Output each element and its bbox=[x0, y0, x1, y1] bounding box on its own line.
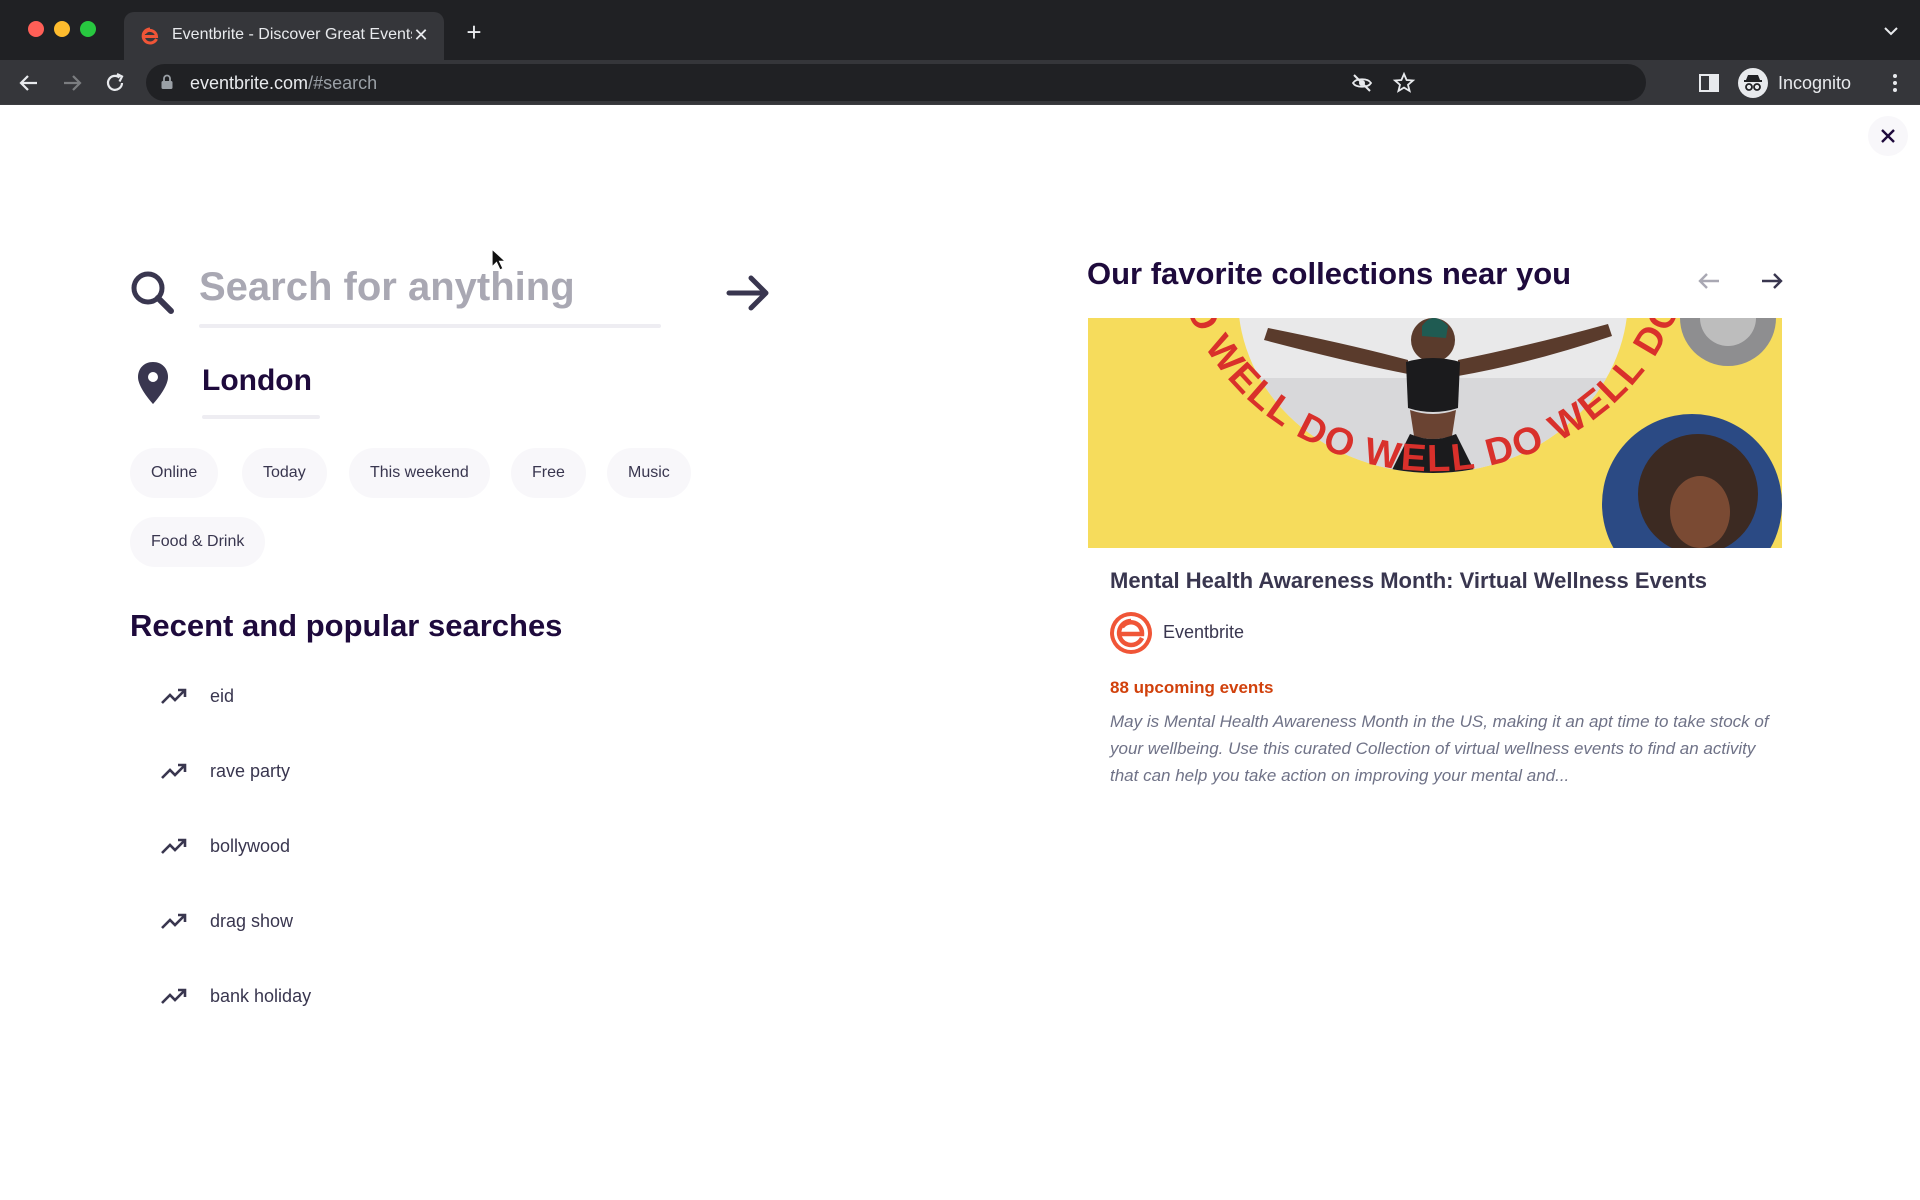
browser-toolbar: eventbrite.com/#search Incognito bbox=[0, 60, 1920, 105]
collections-heading: Our favorite collections near you bbox=[1087, 256, 1572, 291]
trending-up-icon bbox=[161, 763, 187, 779]
recent-search-label: bank holiday bbox=[210, 985, 312, 1006]
mouse-pointer-icon bbox=[491, 248, 507, 271]
back-arrow-icon[interactable] bbox=[14, 68, 44, 98]
incognito-profile-button[interactable]: Incognito bbox=[1738, 66, 1851, 100]
collection-organizer[interactable]: Eventbrite bbox=[1163, 622, 1244, 643]
window-minimize-button[interactable] bbox=[54, 21, 70, 37]
eventbrite-logo-icon[interactable] bbox=[1110, 612, 1152, 654]
carousel-prev-arrow-icon[interactable] bbox=[1695, 267, 1723, 295]
collection-banner-image[interactable]: DO WELL DO WELL DO WELL DO WELL DO WELL … bbox=[1088, 318, 1782, 548]
tab-search-chevron-icon[interactable] bbox=[1880, 20, 1902, 42]
incognito-avatar-icon bbox=[1738, 68, 1768, 98]
browser-tab-bar: Eventbrite - Discover Great Events ✕ + bbox=[0, 0, 1920, 60]
recent-search-item[interactable]: eid bbox=[160, 678, 234, 714]
recent-search-item[interactable]: drag show bbox=[160, 903, 293, 939]
eye-off-icon[interactable] bbox=[1350, 71, 1374, 95]
url-path: /#search bbox=[308, 73, 378, 93]
side-panel-icon[interactable] bbox=[1697, 71, 1721, 95]
window-maximize-button[interactable] bbox=[80, 21, 96, 37]
reload-icon[interactable] bbox=[100, 68, 130, 98]
search-submit-arrow-icon[interactable] bbox=[724, 268, 774, 318]
chip-free[interactable]: Free bbox=[511, 448, 586, 498]
upcoming-events-count: 88 upcoming events bbox=[1110, 678, 1274, 697]
chip-today[interactable]: Today bbox=[242, 448, 327, 498]
chip-food-drink[interactable]: Food & Drink bbox=[130, 517, 266, 567]
search-overlay: London Online Today This weekend Free Mu… bbox=[0, 106, 1920, 1200]
trending-up-icon bbox=[161, 913, 187, 929]
bookmark-star-icon[interactable] bbox=[1392, 71, 1416, 95]
tab-title: Eventbrite - Discover Great Events bbox=[172, 26, 412, 43]
carousel-next-arrow-icon[interactable] bbox=[1758, 267, 1786, 295]
recent-search-label: rave party bbox=[210, 760, 291, 781]
location-input[interactable]: London bbox=[202, 364, 312, 398]
location-underline bbox=[202, 415, 320, 419]
map-pin-icon bbox=[138, 362, 168, 404]
window-close-button[interactable] bbox=[28, 21, 44, 37]
new-tab-button[interactable]: + bbox=[460, 18, 488, 46]
recent-search-label: drag show bbox=[210, 910, 294, 931]
trending-up-icon bbox=[161, 988, 187, 1004]
trending-up-icon bbox=[161, 688, 187, 704]
forward-arrow-icon[interactable] bbox=[57, 68, 87, 98]
lock-icon[interactable] bbox=[160, 74, 174, 90]
incognito-label: Incognito bbox=[1778, 72, 1852, 93]
url-text: eventbrite.com/#search bbox=[190, 73, 377, 94]
chip-music[interactable]: Music bbox=[607, 448, 691, 498]
search-input[interactable] bbox=[199, 258, 661, 316]
search-input-underline bbox=[199, 324, 661, 328]
recent-search-item[interactable]: bollywood bbox=[160, 828, 290, 864]
trending-up-icon bbox=[161, 838, 187, 854]
tab-close-icon[interactable]: ✕ bbox=[410, 24, 432, 46]
eventbrite-favicon-icon bbox=[141, 27, 159, 45]
browser-menu-icon[interactable] bbox=[1890, 71, 1900, 95]
chip-this-weekend[interactable]: This weekend bbox=[349, 448, 490, 498]
recent-search-item[interactable]: rave party bbox=[160, 753, 290, 789]
browser-tab[interactable]: Eventbrite - Discover Great Events ✕ bbox=[124, 12, 444, 60]
collection-description: May is Mental Health Awareness Month in … bbox=[1110, 712, 1769, 785]
close-icon bbox=[1881, 129, 1895, 143]
close-overlay-button[interactable] bbox=[1868, 116, 1908, 156]
recent-search-label: eid bbox=[210, 685, 235, 706]
recent-search-label: bollywood bbox=[210, 835, 291, 856]
url-domain: eventbrite.com bbox=[190, 73, 309, 93]
search-icon bbox=[131, 271, 174, 314]
collection-banner-illustration: DO WELL DO WELL DO WELL DO WELL DO WELL … bbox=[1088, 318, 1782, 548]
collection-card-title[interactable]: Mental Health Awareness Month: Virtual W… bbox=[1110, 568, 1707, 594]
address-bar[interactable]: eventbrite.com/#search bbox=[146, 64, 1646, 101]
recent-searches-heading: Recent and popular searches bbox=[130, 608, 563, 643]
recent-search-item[interactable]: bank holiday bbox=[160, 978, 311, 1014]
chip-online[interactable]: Online bbox=[130, 448, 219, 498]
